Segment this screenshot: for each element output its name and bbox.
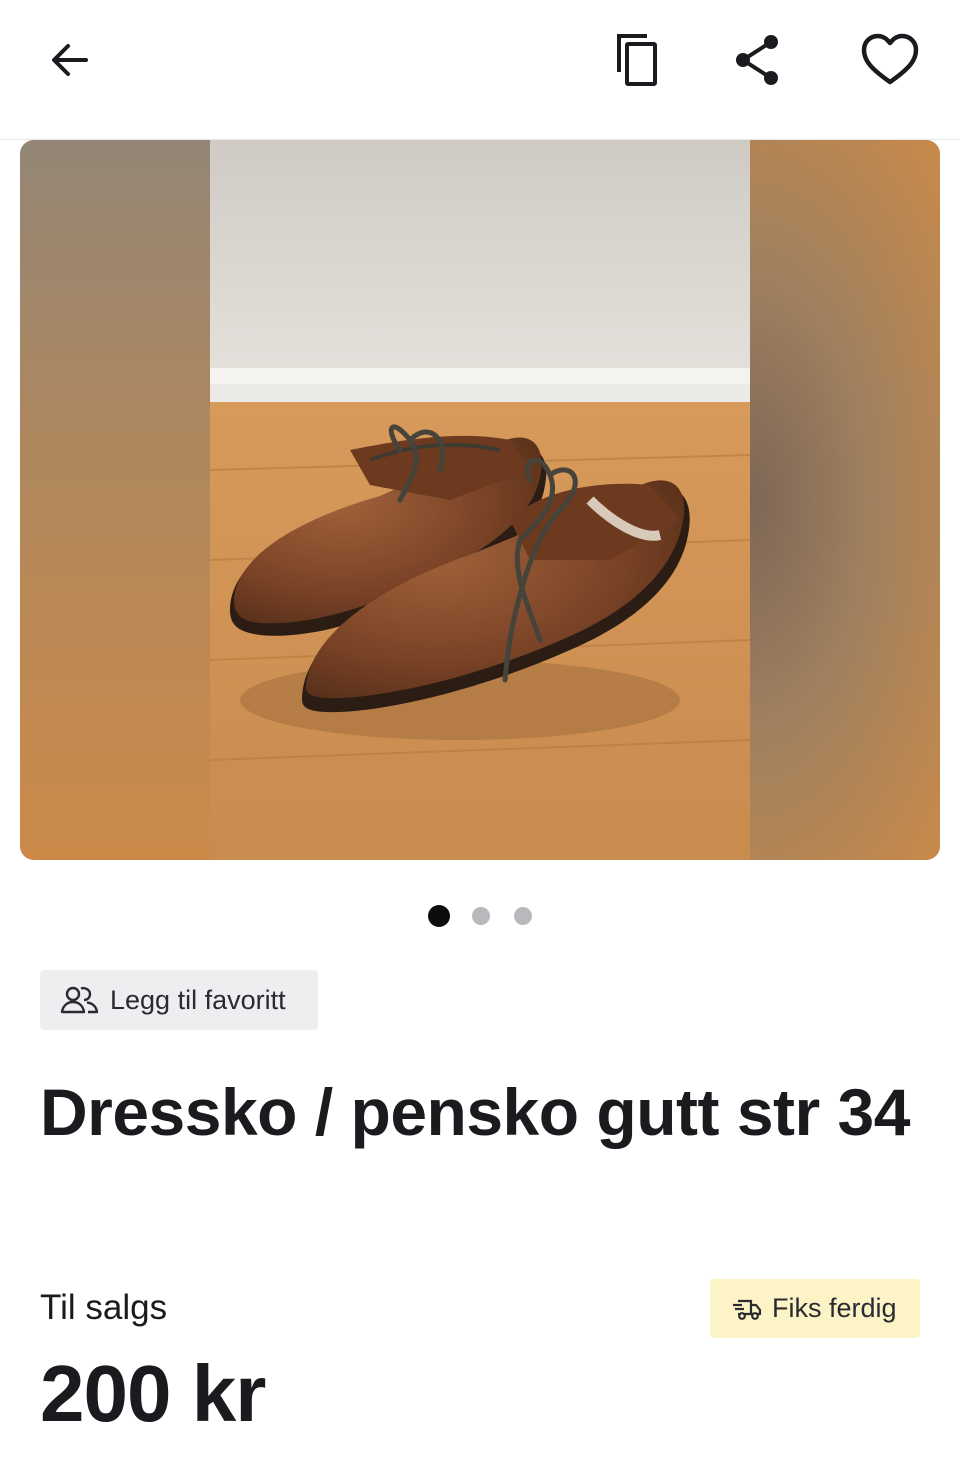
product-photo[interactable] [210, 140, 750, 860]
arrow-left-icon [52, 44, 88, 76]
gallery-blur-right [750, 140, 940, 860]
add-to-favorites-label: Legg til favoritt [110, 984, 286, 1015]
share-button[interactable] [725, 28, 789, 92]
copy-icon [617, 34, 657, 86]
top-bar [0, 0, 960, 140]
gallery-blur-left [20, 140, 210, 860]
fiks-ferdig-label: Fiks ferdig [772, 1293, 897, 1323]
pagination-dot[interactable] [514, 907, 532, 925]
gallery-pagination [0, 904, 960, 928]
truck-icon [733, 1299, 762, 1320]
people-icon [60, 986, 99, 1014]
listing-price: 200 kr [40, 1349, 266, 1438]
share-icon [736, 35, 778, 85]
pagination-dot-active[interactable] [428, 905, 450, 927]
back-button[interactable] [38, 28, 102, 92]
image-gallery[interactable] [20, 140, 940, 860]
heart-icon [861, 33, 919, 85]
fiks-ferdig-badge[interactable]: Fiks ferdig [710, 1279, 920, 1338]
favorite-button[interactable] [858, 28, 922, 92]
shoes-image [210, 140, 750, 860]
listing-status: Til salgs [40, 1288, 168, 1327]
pagination-dot[interactable] [472, 907, 490, 925]
listing-title: Dressko / pensko gutt str 34 [40, 1075, 910, 1149]
add-to-favorites-button[interactable]: Legg til favoritt [40, 970, 318, 1030]
copy-button[interactable] [605, 28, 669, 92]
